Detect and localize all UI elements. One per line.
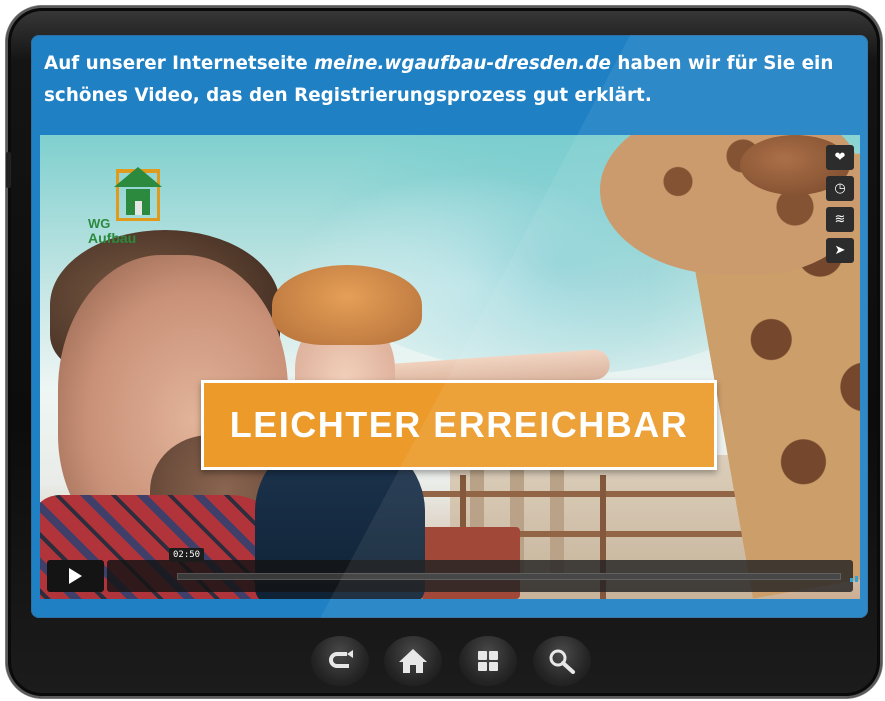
video-player[interactable]: WG Aufbau LEICHTER ERREICHBAR ❤ ◷ ≋ ➤ 02… xyxy=(40,135,860,599)
logo-door xyxy=(135,201,142,215)
heart-icon[interactable]: ❤ xyxy=(826,145,854,170)
tablet-screen: Auf unserer Internetseite meine.wgaufbau… xyxy=(31,35,868,618)
apps-icon xyxy=(478,651,498,671)
home-button[interactable] xyxy=(384,636,442,686)
apps-button[interactable] xyxy=(459,636,517,686)
back-button[interactable] xyxy=(311,636,369,686)
play-button[interactable] xyxy=(47,560,104,592)
play-icon xyxy=(69,568,82,584)
video-controls: 02:50 ✱ ⛶ xyxy=(47,548,858,592)
back-icon xyxy=(329,650,353,668)
video-side-actions: ❤ ◷ ≋ ➤ xyxy=(826,145,854,269)
home-icon xyxy=(399,649,427,673)
wg-aufbau-logo: WG Aufbau xyxy=(88,167,168,259)
send-icon[interactable]: ➤ xyxy=(826,238,854,263)
clock-icon[interactable]: ◷ xyxy=(826,176,854,201)
intro-caption: Auf unserer Internetseite meine.wgaufbau… xyxy=(44,48,864,112)
logo-roof xyxy=(114,167,162,187)
child-hat xyxy=(272,265,422,345)
search-icon xyxy=(549,649,575,674)
tablet-side-button xyxy=(6,152,11,188)
progress-track[interactable] xyxy=(177,573,841,580)
logo-text-aufbau: Aufbau xyxy=(88,230,137,246)
logo-text-wg: WG xyxy=(88,216,111,231)
control-bar: 02:50 ✱ ⛶ xyxy=(107,548,858,592)
video-title-banner: LEICHTER ERREICHBAR xyxy=(201,380,717,470)
banner-text: LEICHTER ERREICHBAR xyxy=(229,404,689,445)
layers-icon[interactable]: ≋ xyxy=(826,207,854,232)
website-link[interactable]: meine.wgaufbau-dresden.de xyxy=(314,53,611,74)
caption-text-before: Auf unserer Internetseite xyxy=(44,53,315,74)
time-label: 02:50 xyxy=(169,548,205,562)
search-button[interactable] xyxy=(533,636,591,686)
volume-icon[interactable] xyxy=(850,570,860,582)
